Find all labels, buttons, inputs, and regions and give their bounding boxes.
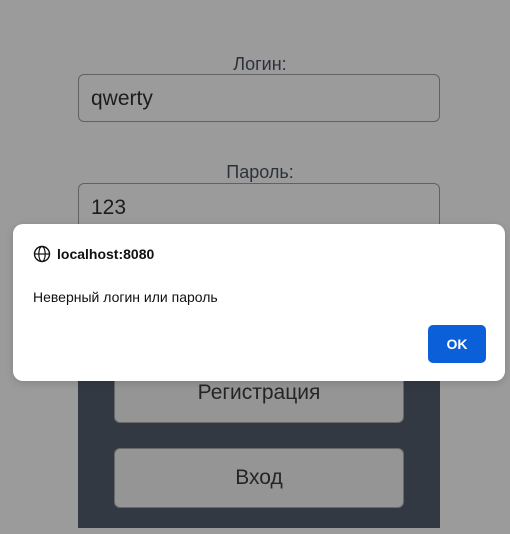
dialog-header: localhost:8080 xyxy=(33,244,154,264)
login-page: Логин: qwerty Пароль: 123 Регистрация Вх… xyxy=(0,0,510,534)
dialog-origin: localhost:8080 xyxy=(57,246,155,262)
ok-button[interactable]: OK xyxy=(428,325,486,363)
globe-icon xyxy=(33,245,51,263)
dialog-message: Неверный логин или пароль xyxy=(33,289,218,305)
alert-dialog: localhost:8080 Неверный логин или пароль… xyxy=(13,224,505,381)
